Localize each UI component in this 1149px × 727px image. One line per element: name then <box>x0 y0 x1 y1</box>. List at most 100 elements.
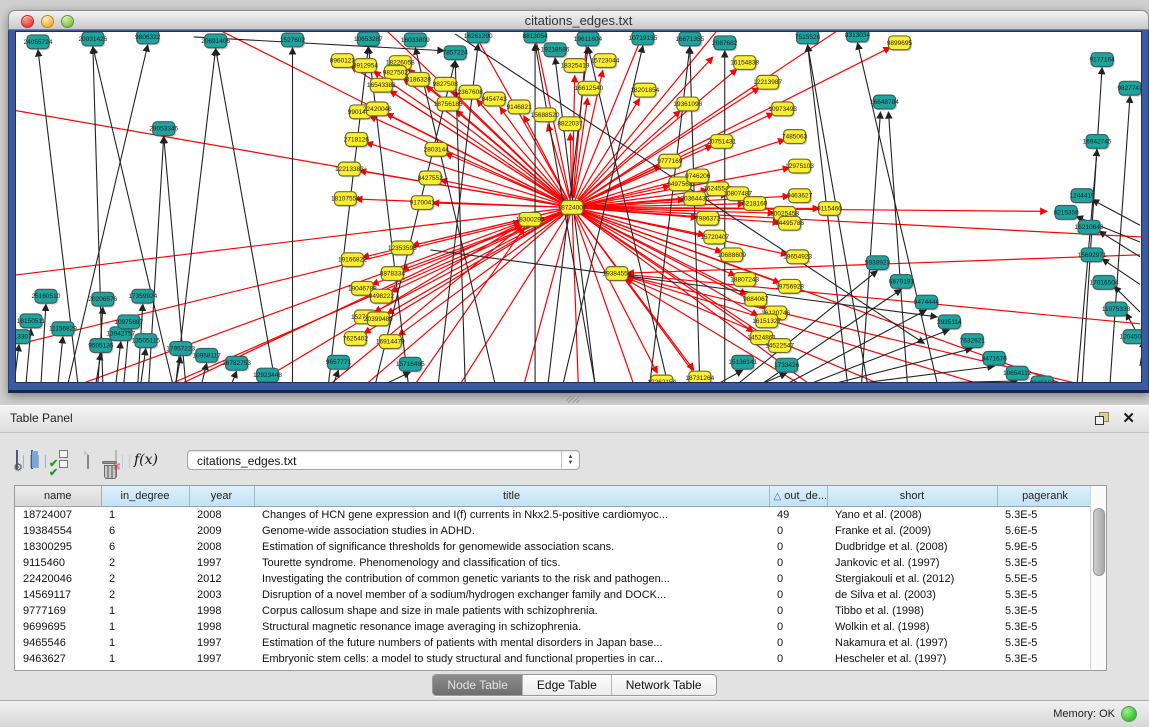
table-row[interactable]: 946554611997Estimation of the future num… <box>15 635 1093 651</box>
column-header[interactable]: short <box>827 486 997 507</box>
table-cell[interactable]: 5.3E-5 <box>997 651 1093 667</box>
table-cell[interactable]: Dudbridge et al. (2008) <box>827 539 997 555</box>
table-cell[interactable]: 5.3E-5 <box>997 507 1093 524</box>
table-cell[interactable]: Disruption of a novel member of a sodium… <box>254 587 769 603</box>
table-cell[interactable]: Jankovic et al. (1997) <box>827 555 997 571</box>
table-cell[interactable]: Estimation of the future numbers of pati… <box>254 635 769 651</box>
table-chooser-dropdown[interactable]: citations_edges.txt ▲▼ <box>187 450 580 470</box>
table-cell[interactable]: 5.3E-5 <box>997 635 1093 651</box>
network-canvas[interactable]: 1872400718300295193845542405572420031426… <box>15 31 1142 383</box>
column-header[interactable]: pagerank <box>997 486 1093 507</box>
window-titlebar[interactable]: citations_edges.txt <box>8 10 1149 30</box>
table-cell[interactable]: Yano et al. (2008) <box>827 507 997 524</box>
table-cell[interactable]: 2012 <box>189 571 254 587</box>
table-cell[interactable]: 6 <box>101 523 189 539</box>
table-cell[interactable]: 5.3E-5 <box>997 603 1093 619</box>
table-cell[interactable]: 1998 <box>189 619 254 635</box>
table-cell[interactable]: 0 <box>769 587 827 603</box>
table-cell[interactable]: Stergiakouli et al. (2012) <box>827 571 997 587</box>
table-cell[interactable]: 1 <box>101 603 189 619</box>
table-cell[interactable]: 0 <box>769 555 827 571</box>
tab-edge-table[interactable]: Edge Table <box>523 675 612 695</box>
table-row[interactable]: 1830029562008Estimation of significance … <box>15 539 1093 555</box>
table-cell[interactable]: 1997 <box>189 555 254 571</box>
table-cell[interactable]: 9465546 <box>15 635 101 651</box>
function-builder-button[interactable]: f(x) <box>134 452 158 468</box>
table-cell[interactable]: 1997 <box>189 651 254 667</box>
table-cell[interactable]: 5.3E-5 <box>997 555 1093 571</box>
table-cell[interactable]: 9699695 <box>15 619 101 635</box>
table-cell[interactable]: 5.5E-5 <box>997 571 1093 587</box>
column-header[interactable]: in_degree <box>101 486 189 507</box>
table-cell[interactable]: Changes of HCN gene expression and I(f) … <box>254 507 769 524</box>
table-cell[interactable]: Structural magnetic resonance image aver… <box>254 619 769 635</box>
column-header[interactable]: △out_de... <box>769 486 827 507</box>
column-header[interactable]: name <box>15 486 101 507</box>
close-panel-icon[interactable]: ✕ <box>1122 409 1135 427</box>
table-cell[interactable]: 1998 <box>189 603 254 619</box>
table-cell[interactable]: 9777169 <box>15 603 101 619</box>
table-cell[interactable]: 0 <box>769 539 827 555</box>
table-cell[interactable]: 18300295 <box>15 539 101 555</box>
table-cell[interactable]: 19384554 <box>15 523 101 539</box>
table-cell[interactable]: Genome-wide association studies in ADHD. <box>254 523 769 539</box>
table-cell[interactable]: 1997 <box>189 635 254 651</box>
table-scrollbar[interactable] <box>1090 486 1106 670</box>
table-row[interactable]: 977716911998Corpus callosum shape and si… <box>15 603 1093 619</box>
table-cell[interactable]: Embryonic stem cells: a model to study s… <box>254 651 769 667</box>
memory-ok-icon[interactable] <box>1121 706 1137 722</box>
tab-node-table[interactable]: Node Table <box>433 675 523 695</box>
table-cell[interactable]: 0 <box>769 635 827 651</box>
table-row[interactable]: 1872400712008Changes of HCN gene express… <box>15 507 1093 524</box>
table-cell[interactable]: 2 <box>101 587 189 603</box>
table-cell[interactable]: Franke et al. (2009) <box>827 523 997 539</box>
table-cell[interactable]: 0 <box>769 651 827 667</box>
tab-network-table[interactable]: Network Table <box>612 675 716 695</box>
table-cell[interactable]: 0 <box>769 619 827 635</box>
table-settings-button[interactable]: ⚙ <box>16 451 18 469</box>
panel-resize-grip[interactable] <box>566 396 580 403</box>
table-cell[interactable]: 1 <box>101 619 189 635</box>
table-cell[interactable]: Tibbo et al. (1998) <box>827 603 997 619</box>
table-cell[interactable]: 2 <box>101 555 189 571</box>
table-row[interactable]: 1938455462009Genome-wide association stu… <box>15 523 1093 539</box>
table-cell[interactable]: 0 <box>769 603 827 619</box>
table-cell[interactable]: 14569117 <box>15 587 101 603</box>
table-cell[interactable]: 5.9E-5 <box>997 539 1093 555</box>
table-cell[interactable]: Estimation of significance thresholds fo… <box>254 539 769 555</box>
table-row[interactable]: 969969511998Structural magnetic resonanc… <box>15 619 1093 635</box>
table-row[interactable]: 1456911722003Disruption of a novel membe… <box>15 587 1093 603</box>
table-cell[interactable]: 9115460 <box>15 555 101 571</box>
table-cell[interactable]: Tourette syndrome. Phenomenology and cla… <box>254 555 769 571</box>
table-cell[interactable]: Corpus callosum shape and size in male p… <box>254 603 769 619</box>
table-cell[interactable]: 2008 <box>189 507 254 524</box>
table-cell[interactable]: 2 <box>101 571 189 587</box>
table-cell[interactable]: de Silva et al. (2003) <box>827 587 997 603</box>
table-cell[interactable]: 1 <box>101 635 189 651</box>
table-cell[interactable]: 49 <box>769 507 827 524</box>
column-header[interactable]: title <box>254 486 769 507</box>
table-cell[interactable]: 2009 <box>189 523 254 539</box>
table-cell[interactable]: 2003 <box>189 587 254 603</box>
table-cell[interactable]: 0 <box>769 523 827 539</box>
column-header[interactable]: year <box>189 486 254 507</box>
network-graph[interactable]: 1872400718300295193845542405572420031426… <box>16 32 1141 382</box>
table-cell[interactable]: 0 <box>769 571 827 587</box>
table-cell[interactable]: Investigating the contribution of common… <box>254 571 769 587</box>
show-columns-button[interactable] <box>31 451 33 469</box>
table-row[interactable]: 911546021997Tourette syndrome. Phenomeno… <box>15 555 1093 571</box>
table-cell[interactable]: 18724007 <box>15 507 101 524</box>
scrollbar-thumb[interactable] <box>1093 508 1105 576</box>
table-cell[interactable]: 1 <box>101 507 189 524</box>
table-cell[interactable]: 5.3E-5 <box>997 619 1093 635</box>
table-row[interactable]: 2242004622012Investigating the contribut… <box>15 571 1093 587</box>
table-cell[interactable]: 1 <box>101 651 189 667</box>
create-column-button[interactable] <box>87 451 89 469</box>
table-cell[interactable]: 22420046 <box>15 571 101 587</box>
table-cell[interactable]: 5.6E-5 <box>997 523 1093 539</box>
table-cell[interactable]: Nakamura et al. (1997) <box>827 635 997 651</box>
table-cell[interactable]: 9463627 <box>15 651 101 667</box>
table-row[interactable]: 946362711997Embryonic stem cells: a mode… <box>15 651 1093 667</box>
table-cell[interactable]: Hescheler et al. (1997) <box>827 651 997 667</box>
table-cell[interactable]: 2008 <box>189 539 254 555</box>
